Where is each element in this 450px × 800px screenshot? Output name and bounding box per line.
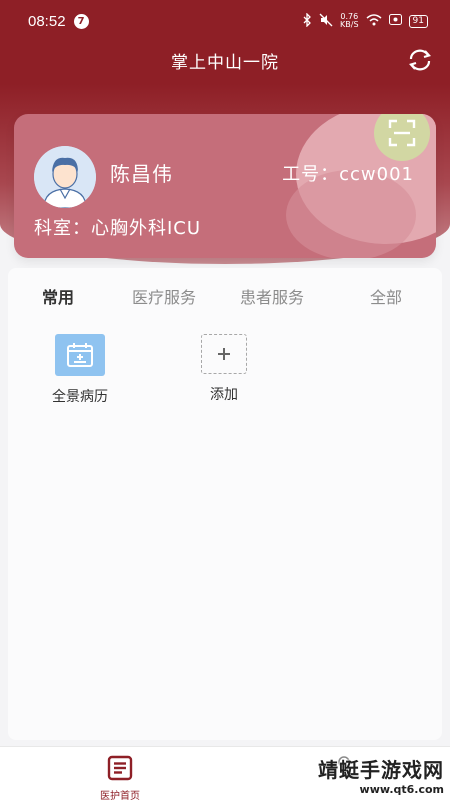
profile-card: 陈昌伟 工号：ccw001 科室：心胸外科ICU [14, 114, 436, 258]
mute-icon [319, 13, 333, 30]
tab-common[interactable]: 常用 [42, 284, 74, 308]
refresh-icon [409, 49, 431, 71]
net-speed: 0.76 KB/S [340, 13, 359, 29]
calendar-record-icon [55, 334, 105, 376]
app-header: 掌上中山一院 [0, 42, 450, 84]
grid-item-add[interactable]: 添加 [174, 334, 274, 404]
scan-icon [388, 119, 416, 147]
employee-id: 工号：ccw001 [282, 164, 414, 185]
department: 科室：心胸外科ICU [34, 218, 202, 239]
service-tabs: 常用 医疗服务 患者服务 全部 [8, 280, 442, 308]
tab-medical-service[interactable]: 医疗服务 [132, 284, 196, 308]
switch-refresh-button[interactable] [404, 44, 436, 76]
grid-item-label: 全景病历 [52, 389, 108, 405]
wifi-icon [366, 13, 382, 29]
add-icon [201, 334, 247, 374]
document-list-icon [107, 755, 133, 781]
content-panel: 常用 医疗服务 患者服务 全部 全景病历 添加 [8, 268, 442, 740]
watermark-text: 靖蜓手游戏网 [318, 758, 444, 782]
bluetooth-icon [302, 11, 312, 30]
avatar[interactable] [34, 146, 96, 208]
grid-item-label: 添加 [210, 387, 238, 403]
page-title: 掌上中山一院 [171, 53, 279, 73]
grid-item-panorama-record[interactable]: 全景病历 [30, 334, 130, 406]
watermark-url: www.qt6.com [359, 783, 444, 796]
tab-patient-service[interactable]: 患者服务 [240, 284, 304, 308]
tab-all[interactable]: 全部 [370, 284, 402, 308]
net-speed-unit: KB/S [340, 20, 359, 29]
bottom-navigation: 医护首页 靖蜓手游戏网 www.qt6.com [0, 746, 450, 800]
nav-home-label: 医护首页 [100, 791, 140, 800]
status-time: 08:52 [28, 12, 66, 30]
battery-indicator: 91 [408, 14, 428, 28]
nav-home[interactable]: 医护首页 [88, 755, 152, 800]
notification-badge: 7 [73, 13, 89, 29]
user-name: 陈昌伟 [110, 162, 173, 186]
status-icons: 0.76 KB/S 91 [302, 11, 428, 30]
screen-record-icon [388, 14, 402, 28]
watermark: 靖蜓手游戏网 www.qt6.com [318, 754, 444, 796]
user-avatar-icon [34, 146, 96, 208]
status-bar: 08:52 7 0.76 KB/S 91 [0, 0, 450, 42]
